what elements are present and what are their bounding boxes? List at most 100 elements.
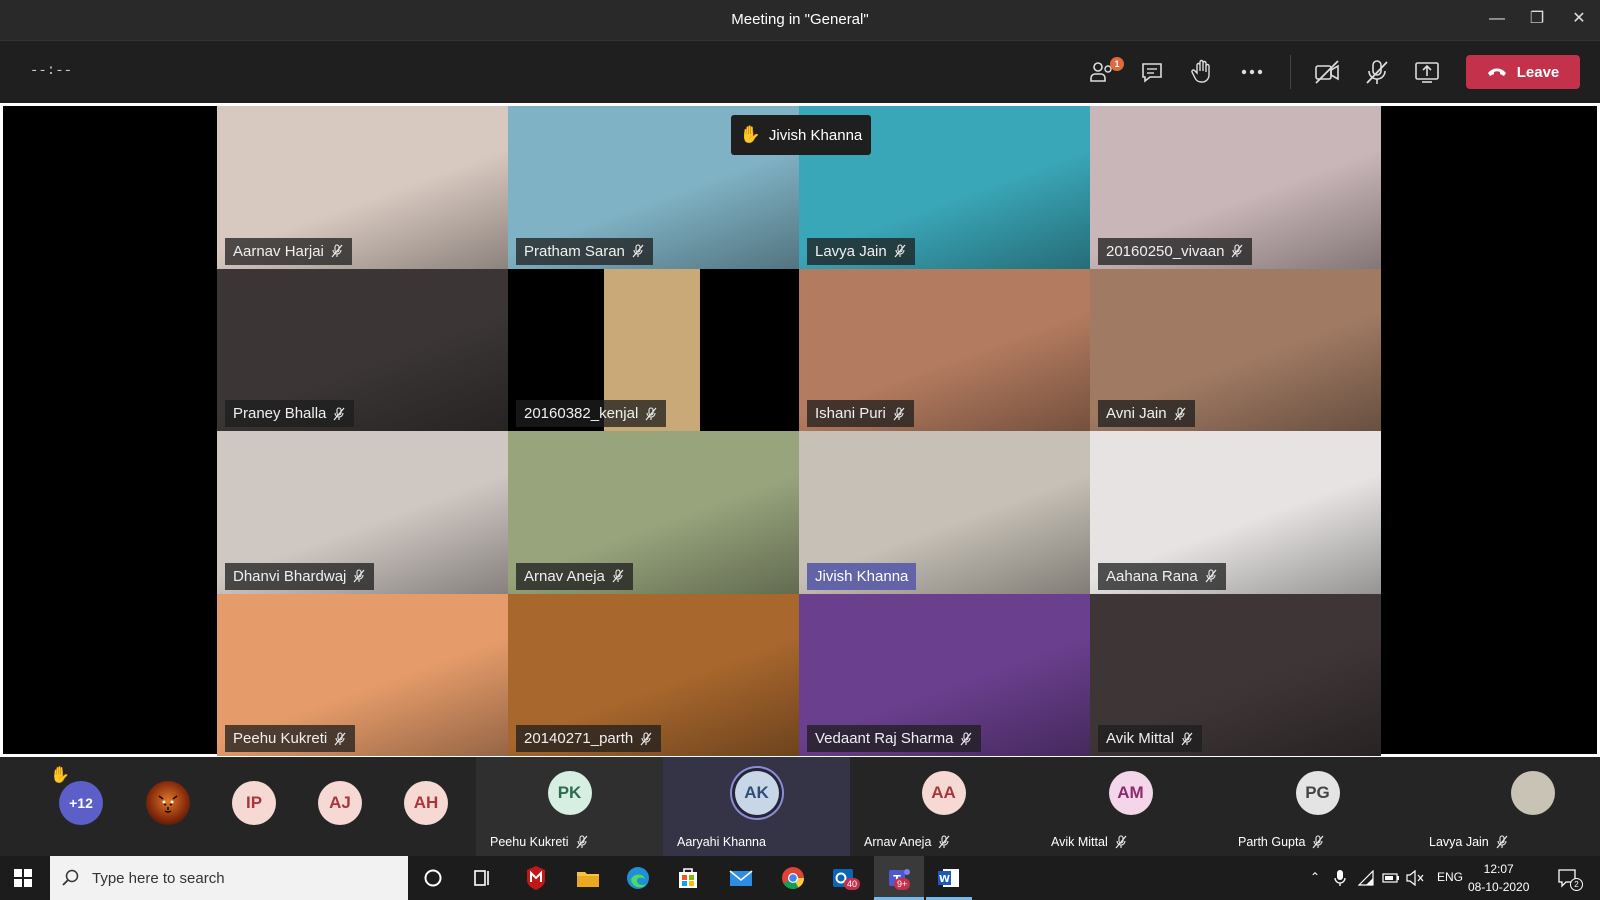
participant-name: Arnav Aneja <box>524 567 605 585</box>
roster-name-row: Aaryahi Khanna <box>677 835 766 849</box>
edge-icon[interactable] <box>622 862 654 894</box>
roster-name-row: Avik Mittal <box>1051 835 1128 849</box>
participant-name-tag: Praney Bhalla <box>225 400 355 427</box>
muted-mic-icon <box>353 569 365 583</box>
share-screen-icon[interactable] <box>1412 57 1442 87</box>
windows-taskbar: Type here to search 40 T 9+ <box>0 856 1600 900</box>
tiger-avatar[interactable] <box>146 781 190 825</box>
more-options-icon[interactable] <box>1237 57 1267 87</box>
roster-card[interactable]: PG Parth Gupta <box>1224 757 1411 856</box>
video-tile[interactable]: 20140271_parth <box>508 593 799 756</box>
overflow-avatar[interactable]: +12 <box>59 781 103 825</box>
participant-name-tag: Avni Jain <box>1098 400 1195 427</box>
raise-hand-icon[interactable] <box>1187 57 1217 87</box>
toolbar-separator <box>1290 55 1291 89</box>
video-tile[interactable]: Praney Bhalla <box>217 268 508 431</box>
video-tile[interactable]: 20160250_vivaan <box>1090 106 1381 269</box>
minimize-button[interactable]: — <box>1486 8 1508 30</box>
muted-mic-icon <box>1181 731 1193 745</box>
meeting-timer: --:-- <box>30 63 73 79</box>
roster-card[interactable]: AK Aaryahi Khanna <box>663 757 850 856</box>
task-view-icon[interactable] <box>466 862 498 894</box>
roster-participant-name: Lavya Jain <box>1429 835 1489 849</box>
muted-mic-icon <box>1231 244 1243 258</box>
muted-mic-icon <box>1115 835 1127 849</box>
cortana-icon[interactable] <box>417 862 449 894</box>
video-tile[interactable]: Ishani Puri <box>799 268 1090 431</box>
muted-mic-icon <box>331 244 343 258</box>
file-explorer-icon[interactable] <box>572 862 604 894</box>
muted-mic-icon <box>960 731 972 745</box>
roster-card[interactable]: AM Avik Mittal <box>1037 757 1224 856</box>
participant-avatar[interactable]: IP <box>232 781 276 825</box>
video-grid: Aarnav Harjai Pratham Saran Lavya Jain 2016… <box>217 106 1381 756</box>
mcafee-icon[interactable] <box>520 862 552 894</box>
roster-participant-name: Parth Gupta <box>1238 835 1306 849</box>
video-tile[interactable]: Aarnav Harjai <box>217 106 508 269</box>
participant-name: Pratham Saran <box>524 242 625 260</box>
participant-avatar[interactable]: AH <box>404 781 448 825</box>
tray-volume-muted-icon[interactable] <box>1406 870 1424 886</box>
raised-hand-name: Jivish Khanna <box>768 126 863 144</box>
leave-button[interactable]: Leave <box>1466 55 1580 89</box>
roster-name-row: Lavya Jain <box>1429 835 1509 849</box>
participant-avatar <box>1510 771 1555 815</box>
muted-mic-icon <box>576 835 587 849</box>
video-tile[interactable]: 20160382_kenjal <box>508 268 799 431</box>
video-tile[interactable]: Peehu Kukreti <box>217 593 508 756</box>
participant-name-tag: Pratham Saran <box>516 237 653 265</box>
video-tile[interactable]: Vedaant Raj Sharma <box>799 593 1090 756</box>
participant-name: 20140271_parth <box>524 730 634 747</box>
participant-name-tag: Aahana Rana <box>1098 562 1226 590</box>
participant-avatar[interactable]: AJ <box>318 781 362 825</box>
participant-name: Avik Mittal <box>1106 730 1175 747</box>
close-button[interactable]: ✕ <box>1568 8 1590 30</box>
tray-language[interactable]: ENG <box>1437 870 1463 884</box>
video-tile[interactable]: Aahana Rana <box>1090 431 1381 594</box>
tray-network-icon[interactable] <box>1358 870 1374 886</box>
video-tile[interactable]: Jivish Khanna <box>799 431 1090 594</box>
video-tile[interactable]: Dhanvi Bhardwaj <box>217 431 508 594</box>
participant-avatar: AA <box>921 771 966 815</box>
tray-battery-icon[interactable] <box>1382 871 1400 885</box>
clock-time: 12:07 <box>1483 862 1514 876</box>
muted-mic-icon <box>333 406 345 420</box>
camera-off-icon[interactable] <box>1312 57 1342 87</box>
tray-microphone-icon[interactable] <box>1334 869 1346 887</box>
participant-name-tag: 20140271_parth <box>516 725 662 752</box>
video-tile[interactable]: Arnav Aneja <box>508 431 799 594</box>
window-title: Meeting in "General" <box>731 11 869 28</box>
participant-name: Avni Jain <box>1106 405 1167 422</box>
muted-mic-icon <box>645 406 657 420</box>
chat-icon[interactable] <box>1137 57 1167 87</box>
participant-name-tag: Jivish Khanna <box>807 562 917 590</box>
restore-button[interactable]: ❐ <box>1526 8 1548 30</box>
participant-avatar: PK <box>547 771 592 815</box>
windows-start-icon[interactable] <box>14 869 32 887</box>
participant-name-tag: Peehu Kukreti <box>225 725 356 752</box>
roster-name-row: Peehu Kukreti <box>490 835 589 849</box>
taskbar-clock[interactable]: 12:07 08-10-2020 <box>1468 860 1529 896</box>
video-tile[interactable]: Avik Mittal <box>1090 593 1381 756</box>
action-center-badge: 2 <box>1570 878 1583 891</box>
microsoft-store-icon[interactable] <box>672 862 704 894</box>
video-tile[interactable]: Avni Jain <box>1090 268 1381 431</box>
participant-name: 20160382_kenjal <box>524 405 639 422</box>
mail-icon[interactable] <box>725 862 757 894</box>
muted-mic-icon <box>938 835 950 849</box>
roster-card[interactable]: Lavya Jain <box>1411 757 1598 856</box>
tray-overflow-chevron-icon[interactable]: ⌃ <box>1310 870 1320 884</box>
title-bar: Meeting in "General" — ❐ ✕ <box>0 0 1600 40</box>
mic-off-icon[interactable] <box>1362 57 1392 87</box>
participant-name-tag: Aarnav Harjai <box>225 237 352 265</box>
taskbar-search-box[interactable]: Type here to search <box>50 856 408 900</box>
chrome-icon[interactable] <box>777 862 809 894</box>
participant-name: Aarnav Harjai <box>233 242 324 260</box>
participant-name-tag: Lavya Jain <box>807 237 915 265</box>
participant-name: Praney Bhalla <box>233 405 327 422</box>
roster-card[interactable]: PK Peehu Kukreti <box>476 757 663 856</box>
roster-name-row: Parth Gupta <box>1238 835 1325 849</box>
participant-avatar: PG <box>1295 771 1340 815</box>
roster-card[interactable]: AA Arnav Aneja <box>850 757 1037 856</box>
word-icon[interactable]: W <box>933 862 965 894</box>
